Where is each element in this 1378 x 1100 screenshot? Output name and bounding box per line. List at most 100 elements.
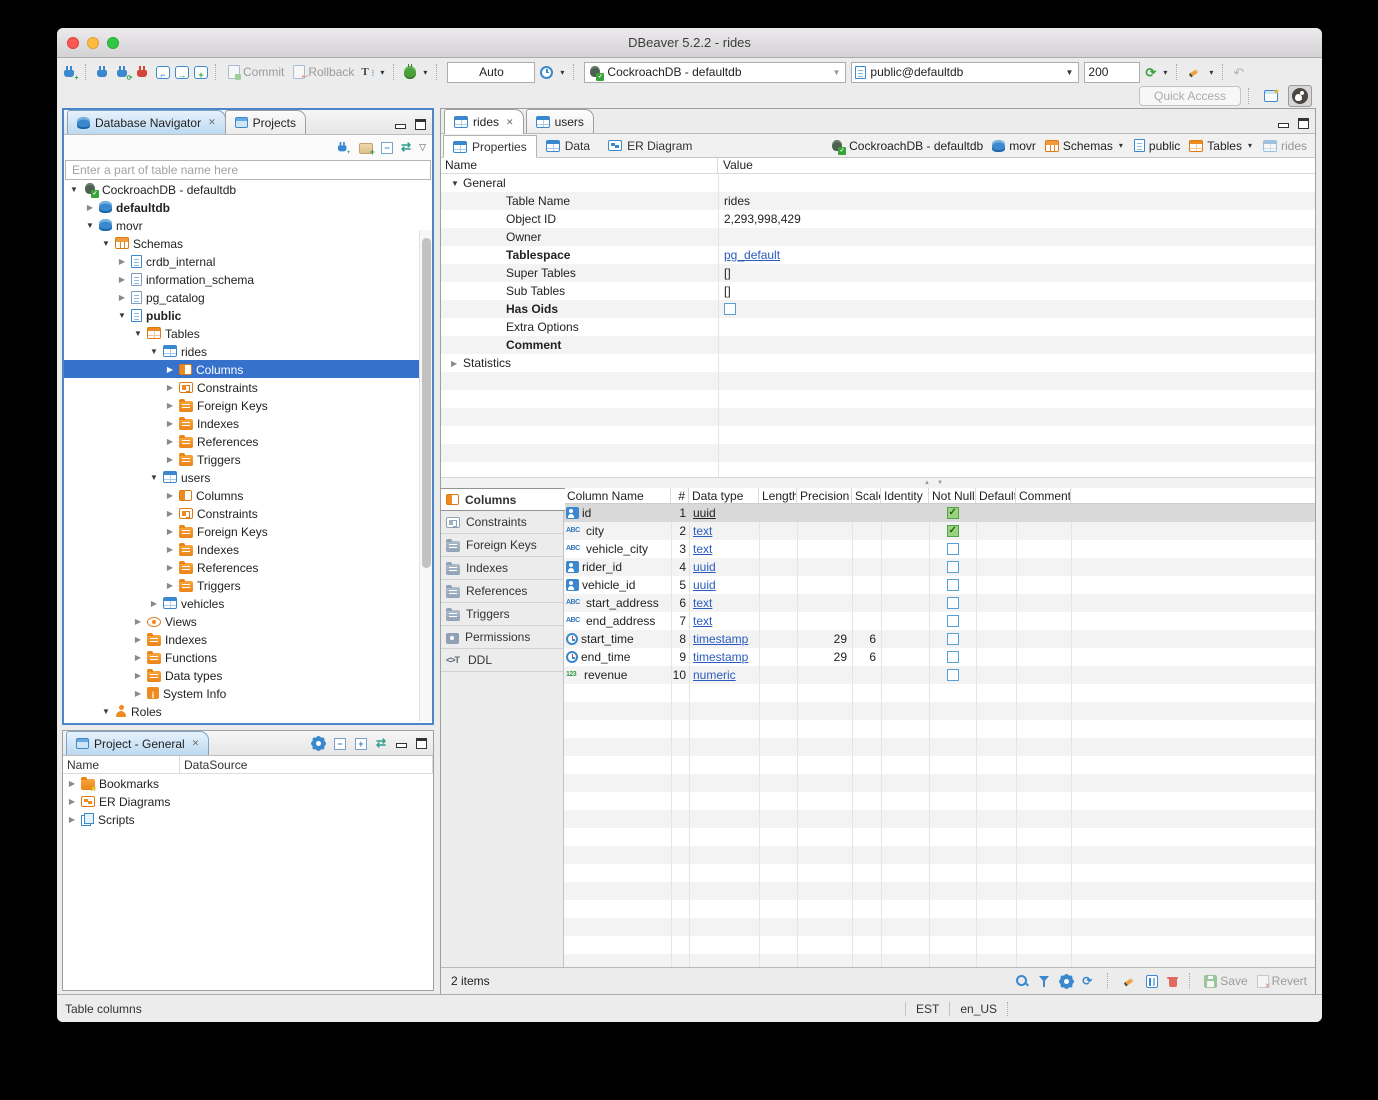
new-connection-icon[interactable] [63, 65, 78, 80]
property-row-super-tables[interactable]: Super Tables[] [441, 264, 1315, 282]
tree-item-users[interactable]: ▼users [64, 468, 432, 486]
tree-item-tables[interactable]: ▼Tables [64, 324, 432, 342]
tree-item-vehicles[interactable]: ▶vehicles [64, 594, 432, 612]
side-tab-foreign-keys[interactable]: Foreign Keys [441, 534, 563, 557]
tree-item-rides-indexes[interactable]: ▶Indexes [64, 414, 432, 432]
rollback-button[interactable]: ↩ Rollback [291, 64, 356, 80]
expander-icon[interactable]: ▶ [165, 401, 175, 410]
new-connection-icon[interactable] [337, 141, 350, 154]
navigator-scrollbar[interactable] [419, 230, 432, 721]
tree-item-functions[interactable]: ▶Functions [64, 648, 432, 666]
tree-item-indexes[interactable]: ▶Indexes [64, 630, 432, 648]
breadcrumb-schema-public[interactable]: public [1134, 139, 1180, 153]
tree-item-movr[interactable]: ▼movr [64, 216, 432, 234]
tree-item-information-schema[interactable]: ▶information_schema [64, 270, 432, 288]
new-sql-editor-icon[interactable] [194, 66, 208, 79]
breadcrumb-connection[interactable]: CockroachDB - defaultdb [830, 139, 983, 153]
dropdown-arrow-icon[interactable]: ▾ [1246, 141, 1254, 150]
expander-icon[interactable]: ▶ [133, 653, 143, 662]
tab-users[interactable]: users [526, 109, 594, 133]
property-group-general[interactable]: ▼General [441, 174, 1315, 192]
table-row[interactable]: id 1 uuid [564, 504, 1315, 522]
expander-icon[interactable]: ▶ [85, 203, 95, 212]
tree-item-defaultdb[interactable]: ▶defaultdb [64, 198, 432, 216]
dbeaver-perspective-button[interactable] [1288, 85, 1312, 107]
close-tab-icon[interactable]: ✕ [192, 738, 200, 749]
expander-icon[interactable]: ▶ [117, 275, 127, 284]
expander-icon[interactable]: ▶ [149, 599, 159, 608]
expander-icon[interactable]: ▶ [165, 419, 175, 428]
expander-icon[interactable]: ▼ [149, 347, 159, 356]
column-header[interactable]: Column Name [564, 488, 671, 503]
sql-editor-icon[interactable] [156, 66, 170, 79]
data-type-link[interactable]: timestamp [693, 650, 748, 664]
refresh-icon[interactable]: ⟳ [1145, 65, 1156, 80]
not-null-checkbox[interactable] [947, 633, 959, 645]
breadcrumb-schemas[interactable]: Schemas▾ [1045, 139, 1125, 153]
dropdown-arrow-icon[interactable]: ▾ [1161, 68, 1169, 77]
delete-icon[interactable] [1167, 975, 1178, 988]
collapse-all-icon[interactable] [381, 142, 393, 154]
tree-item-roles[interactable]: ▼Roles [64, 702, 432, 720]
expander-icon[interactable]: ▶ [133, 671, 143, 680]
scrollbar-thumb[interactable] [422, 238, 431, 568]
link-with-editor-icon[interactable]: ⇄ [376, 736, 386, 751]
expander-icon[interactable]: ▶ [165, 545, 175, 554]
breadcrumb-database[interactable]: movr [992, 139, 1036, 153]
maximize-view-icon[interactable] [1298, 118, 1309, 129]
search-icon[interactable] [1015, 974, 1029, 988]
table-row[interactable]: start_address 6 text [564, 594, 1315, 612]
data-type-link[interactable]: text [693, 596, 712, 610]
column-header[interactable]: Identity [881, 488, 929, 503]
not-null-checkbox[interactable] [947, 525, 959, 537]
expander-icon[interactable]: ▶ [117, 293, 127, 302]
expander-icon[interactable]: ▶ [165, 491, 175, 500]
dropdown-arrow-icon[interactable]: ▾ [1117, 141, 1125, 150]
property-row-has-oids[interactable]: Has Oids [441, 300, 1315, 318]
dropdown-arrow-icon[interactable]: ▾ [378, 68, 386, 77]
tab-database-navigator[interactable]: Database Navigator ✕ [67, 110, 226, 134]
tab-properties[interactable]: Properties [443, 135, 537, 158]
data-type-link[interactable]: timestamp [693, 632, 748, 646]
debug-icon[interactable] [404, 66, 416, 79]
commit-button[interactable]: Commit [226, 64, 286, 80]
side-tab-triggers[interactable]: Triggers [441, 603, 563, 626]
splitter-sash[interactable]: ▲▼ [441, 478, 1315, 488]
not-null-checkbox[interactable] [947, 543, 959, 555]
view-menu-icon[interactable]: ▽ [419, 140, 426, 155]
not-null-checkbox[interactable] [947, 507, 959, 519]
tree-item-rides-foreign-keys[interactable]: ▶Foreign Keys [64, 396, 432, 414]
side-tab-references[interactable]: References [441, 580, 563, 603]
expander-icon[interactable]: ▶ [165, 455, 175, 464]
expand-all-icon[interactable] [355, 738, 367, 750]
transaction-history-icon[interactable] [540, 66, 553, 79]
property-row-owner[interactable]: Owner [441, 228, 1315, 246]
side-tab-indexes[interactable]: Indexes [441, 557, 563, 580]
tree-item-connection[interactable]: ▼CockroachDB - defaultdb [64, 180, 432, 198]
expander-icon[interactable]: ▼ [451, 179, 460, 188]
transaction-log-icon[interactable] [361, 66, 373, 79]
data-type-link[interactable]: text [693, 524, 712, 538]
expander-icon[interactable]: ▶ [133, 617, 143, 626]
table-row[interactable]: start_time 8 timestamp 296 [564, 630, 1315, 648]
column-header-name[interactable]: Name [441, 158, 718, 173]
tree-item-users-columns[interactable]: ▶Columns [64, 486, 432, 504]
new-folder-icon[interactable] [359, 143, 373, 154]
tab-rides[interactable]: rides ✕ [444, 109, 524, 134]
expander-icon[interactable]: ▶ [117, 257, 127, 266]
tree-item-views[interactable]: ▶Views [64, 612, 432, 630]
column-header[interactable]: Default [976, 488, 1016, 503]
not-null-checkbox[interactable] [947, 597, 959, 609]
column-header[interactable]: Length [759, 488, 797, 503]
quick-access-field[interactable]: Quick Access [1139, 86, 1241, 106]
dropdown-arrow-icon[interactable]: ▾ [558, 68, 566, 77]
undo-icon[interactable]: ↶ [1233, 65, 1244, 80]
column-header[interactable]: Precision [797, 488, 852, 503]
tree-item-public[interactable]: ▼public [64, 306, 432, 324]
minimize-view-icon[interactable] [1277, 119, 1289, 129]
side-tab-ddl[interactable]: DDL [441, 649, 563, 672]
disconnect-icon[interactable] [136, 65, 151, 80]
tree-item-rides-columns[interactable]: ▶Columns [64, 360, 432, 378]
expander-icon[interactable]: ▼ [149, 473, 159, 482]
reconnect-icon[interactable] [116, 65, 131, 80]
